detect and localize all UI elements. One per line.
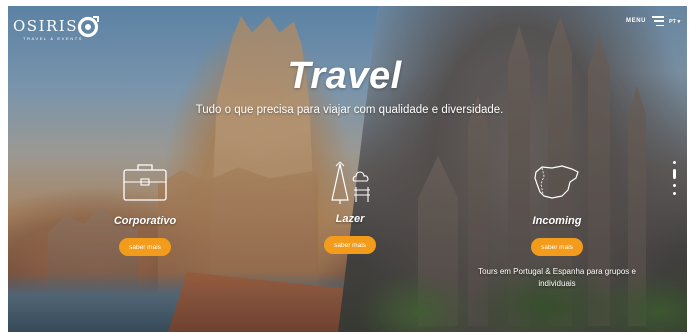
pagination-dot[interactable]	[673, 161, 676, 164]
card-incoming: Incoming saber mais Tours em Portugal & …	[478, 162, 636, 288]
card-title: Incoming	[532, 215, 582, 227]
pagination-dot[interactable]	[673, 184, 676, 187]
card-description: Tours em Portugal & Espanha para grupos …	[478, 267, 636, 288]
logo-text: OSIRIS	[13, 17, 78, 35]
hero-title: Travel	[287, 55, 402, 97]
hamburger-icon[interactable]	[652, 16, 665, 26]
menu-toggle[interactable]: MENU	[626, 16, 665, 26]
card-title: Lazer	[335, 213, 365, 225]
pagination-dot-active[interactable]	[673, 169, 676, 179]
language-selector[interactable]: PT ▾	[669, 19, 680, 25]
card-corporativo: Corporativo saber mais	[75, 162, 215, 256]
logo-mark-icon	[77, 16, 99, 38]
menu-label: MENU	[626, 18, 647, 24]
card-lazer: Lazer saber mais	[280, 160, 420, 254]
hero-subtitle: Tudo o que precisa para viajar com quali…	[195, 104, 504, 116]
slide-pagination	[673, 161, 676, 195]
pagination-dot[interactable]	[673, 192, 676, 195]
leisure-icon	[331, 161, 370, 204]
saber-mais-button[interactable]: saber mais	[531, 238, 583, 256]
logo-tagline: TRAVEL & EVENTS	[23, 36, 84, 41]
iberia-map-icon	[534, 165, 579, 199]
card-title: Corporativo	[113, 215, 177, 227]
saber-mais-button[interactable]: saber mais	[324, 236, 376, 254]
logo[interactable]: OSIRIS TRAVEL & EVENTS	[13, 14, 103, 46]
briefcase-icon	[123, 164, 167, 201]
saber-mais-button[interactable]: saber mais	[119, 238, 171, 256]
